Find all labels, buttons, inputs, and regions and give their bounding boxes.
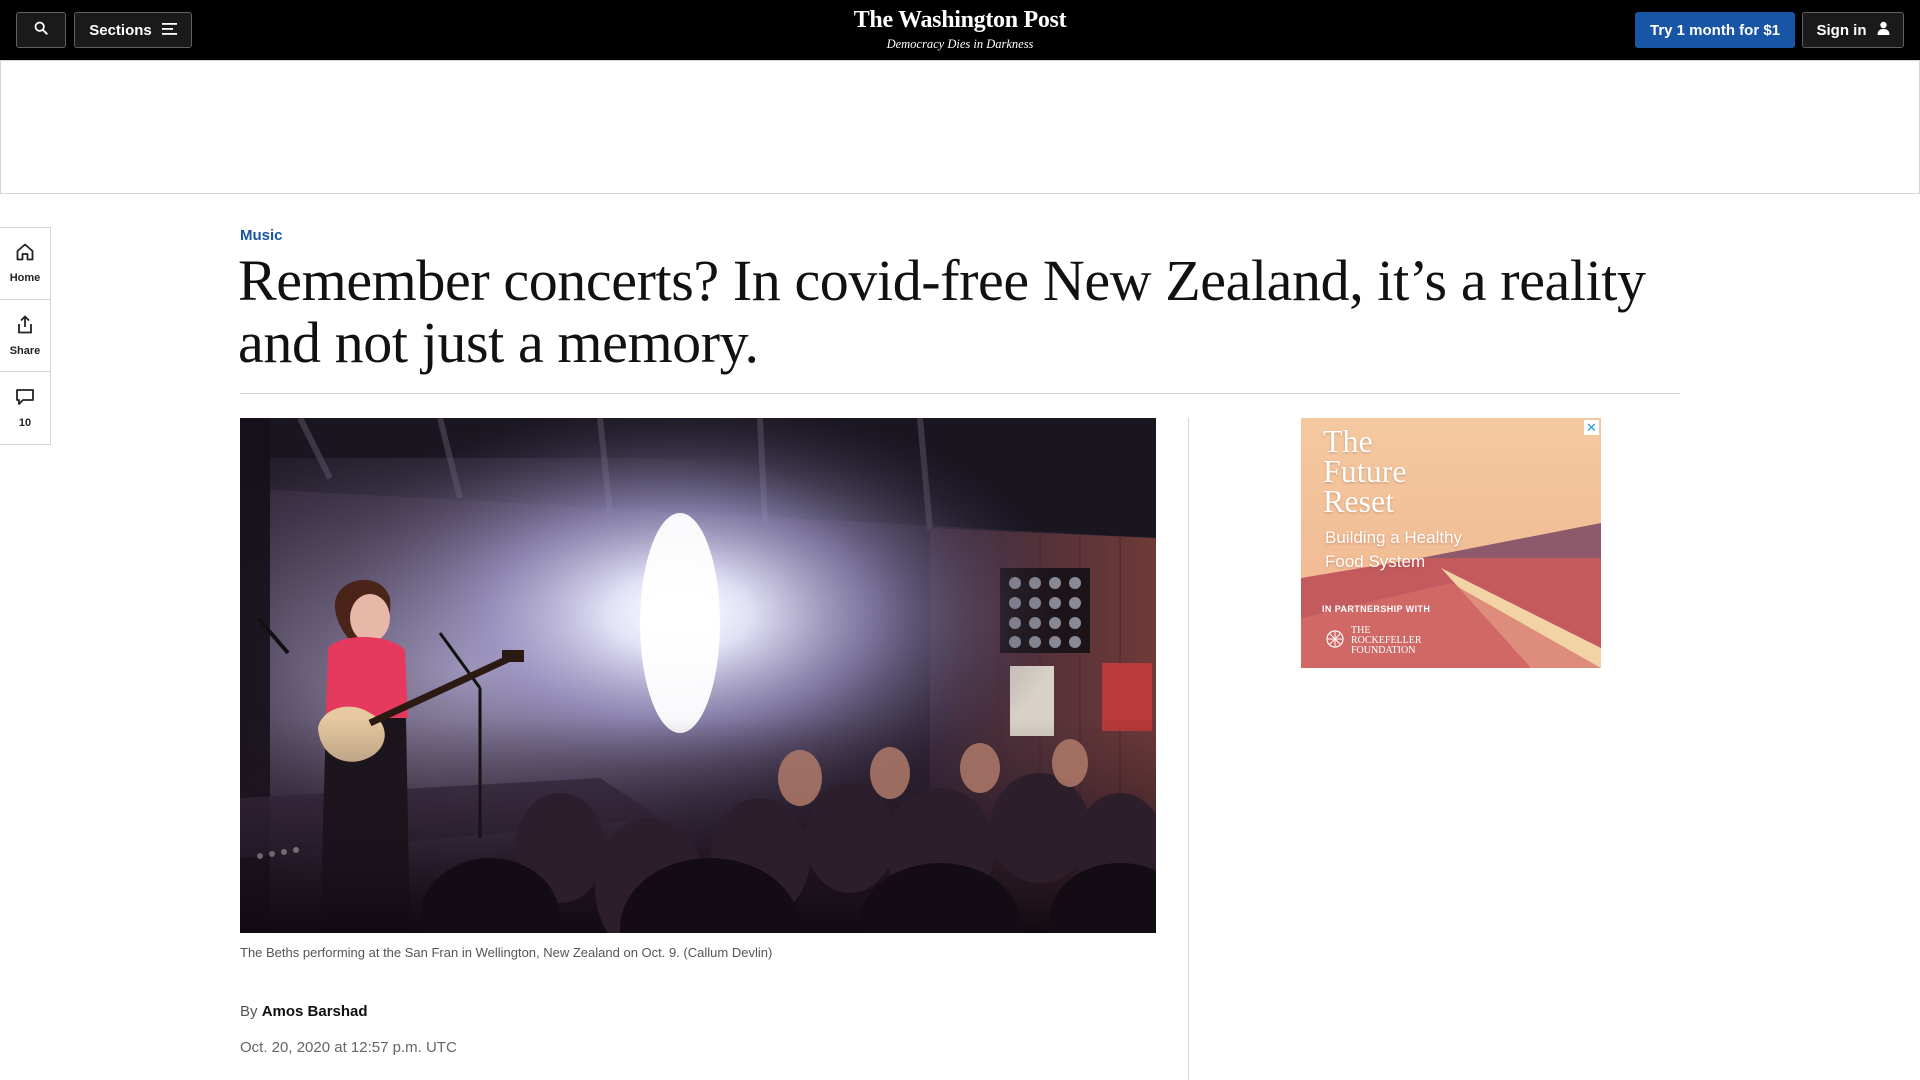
search-icon (34, 21, 48, 39)
byline-prefix: By (240, 1003, 258, 1020)
ad-title: The Future Reset (1323, 423, 1407, 519)
ad-sponsor-name: THE ROCKEFELLER FOUNDATION (1351, 625, 1422, 656)
comment-icon (15, 388, 35, 411)
section-kicker[interactable]: Music (240, 227, 283, 244)
site-tagline: Democracy Dies in Darkness (886, 37, 1034, 51)
sign-in-label: Sign in (1816, 21, 1867, 39)
headline-divider (240, 393, 1680, 394)
ad-close-icon[interactable]: ✕ (1584, 420, 1599, 435)
rail-comments-button[interactable]: 10 (0, 372, 50, 444)
sections-label: Sections (89, 21, 152, 39)
subscribe-button[interactable]: Try 1 month for $1 (1635, 12, 1795, 48)
sign-in-button[interactable]: Sign in (1802, 12, 1904, 48)
sidebar-ad[interactable]: The Future Reset Building a Healthy Food… (1301, 418, 1601, 668)
home-icon (15, 243, 35, 266)
hamburger-icon (161, 22, 177, 39)
user-icon (1877, 21, 1890, 39)
rail-share-button[interactable]: Share (0, 300, 50, 372)
sections-button[interactable]: Sections (74, 12, 192, 48)
rail-comments-count: 10 (18, 416, 32, 429)
search-button[interactable] (16, 12, 66, 48)
rail-home-label: Home (9, 272, 41, 284)
concert-photo-illustration (240, 418, 1156, 933)
rail-home-button[interactable]: Home (0, 228, 50, 300)
left-action-rail: Home Share 10 (0, 227, 51, 445)
lead-photo[interactable] (240, 418, 1156, 933)
photo-caption: The Beths performing at the San Fran in … (240, 945, 773, 960)
site-logo[interactable]: The Washington Post (800, 6, 1120, 34)
masthead[interactable]: The Washington Post Democracy Dies in Da… (800, 6, 1120, 52)
rail-share-label: Share (9, 344, 41, 357)
column-divider (1188, 418, 1189, 1080)
ad-partner-label: IN PARTNERSHIP WITH (1322, 604, 1431, 614)
ad-subtitle: Building a Healthy Food System (1325, 528, 1463, 571)
article-headline: Remember concerts? In covid-free New Zea… (238, 248, 1646, 375)
share-icon (16, 315, 34, 339)
byline: By Amos Barshad (240, 1003, 368, 1020)
top-nav-bar: Sections The Washington Post Democracy D… (0, 0, 1920, 60)
top-ad-slot (0, 60, 1920, 194)
ad-sponsor: THE ROCKEFELLER FOUNDATION (1325, 626, 1422, 656)
author-link[interactable]: Amos Barshad (262, 1003, 368, 1020)
publish-timestamp: Oct. 20, 2020 at 12:57 p.m. UTC (240, 1039, 457, 1056)
foundation-logo-icon (1325, 629, 1345, 654)
